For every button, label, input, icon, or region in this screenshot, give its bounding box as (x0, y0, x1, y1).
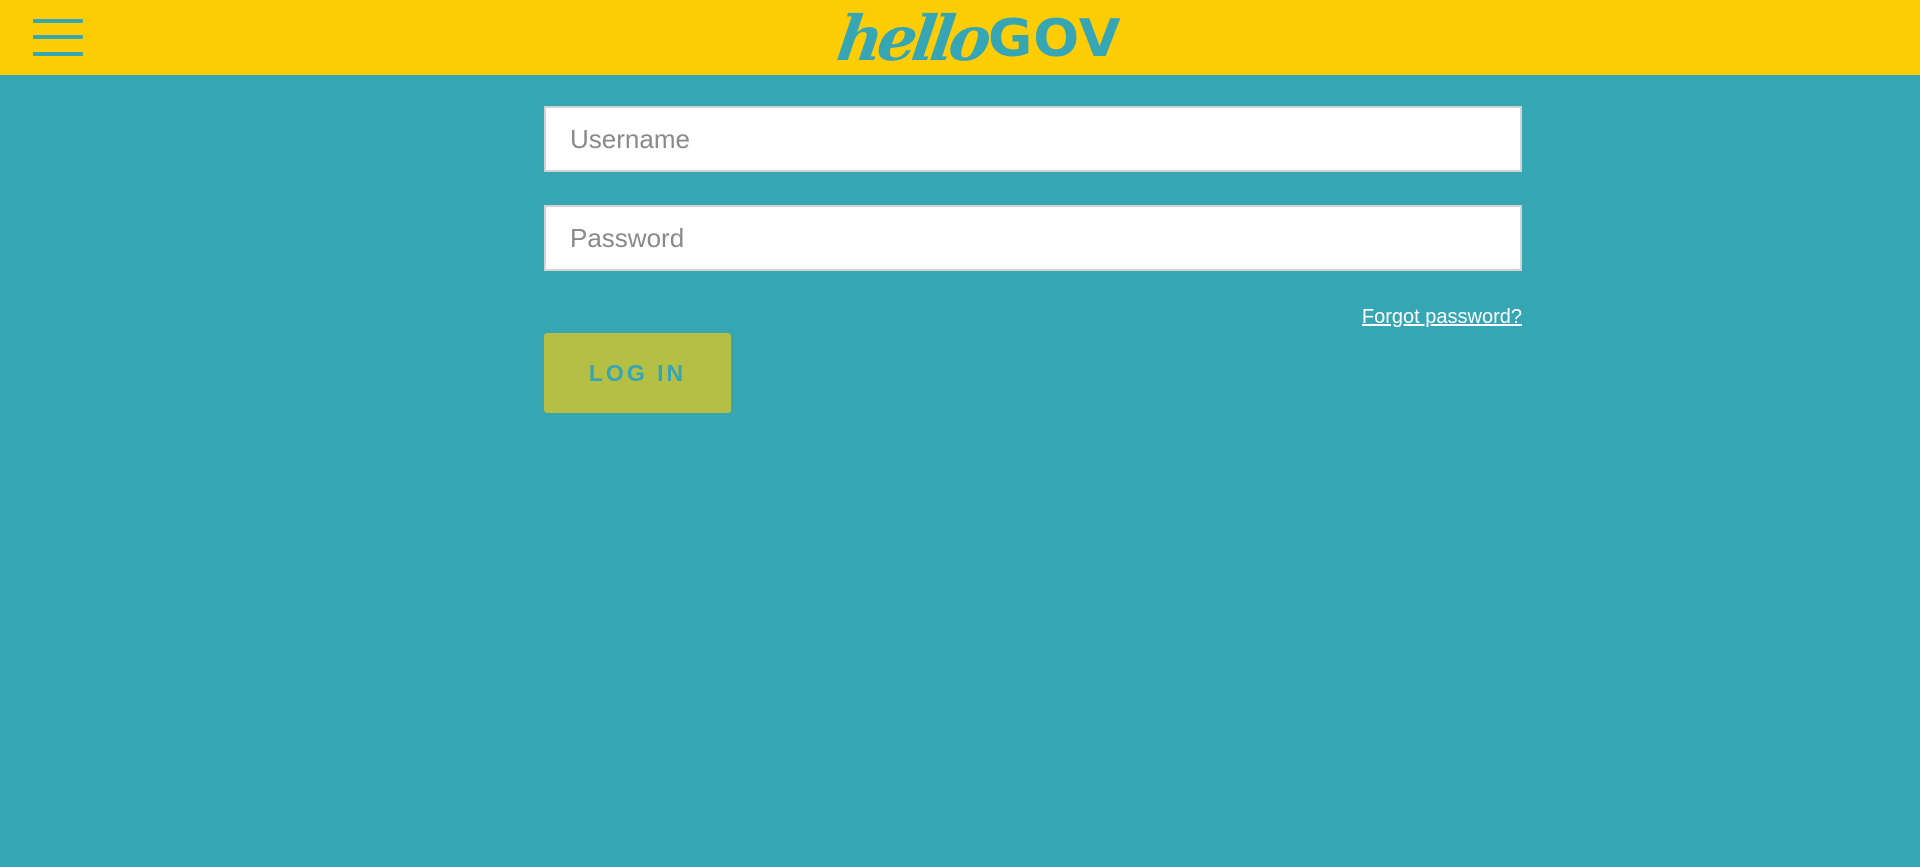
hamburger-menu-icon[interactable] (33, 19, 83, 56)
logo-gov-text: GOV (987, 8, 1122, 69)
menu-bar-line (33, 35, 83, 39)
menu-bar-line (33, 19, 83, 23)
login-button[interactable]: LOG IN (544, 333, 731, 413)
hellogov-logo[interactable]: helloGOV (833, 2, 1122, 75)
username-input[interactable] (544, 106, 1522, 172)
header-bar: helloGOV (0, 0, 1920, 75)
password-input[interactable] (544, 205, 1522, 271)
logo-hello-text: hello (832, 2, 992, 75)
forgot-password-link[interactable]: Forgot password? (1362, 306, 1522, 329)
menu-bar-line (33, 52, 83, 56)
